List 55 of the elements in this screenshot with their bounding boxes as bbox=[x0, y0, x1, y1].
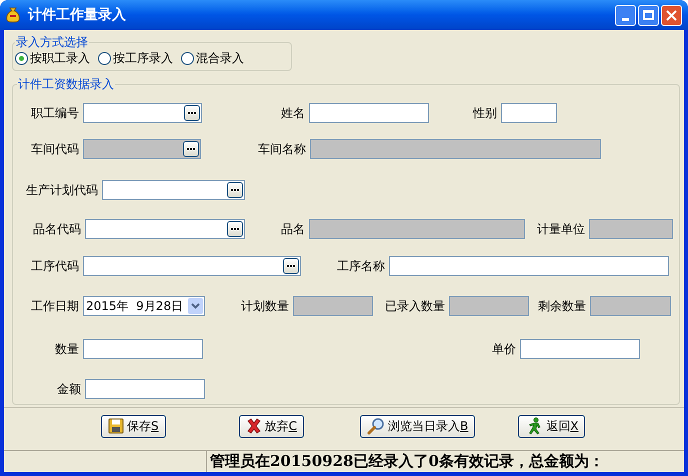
browse-button[interactable] bbox=[227, 182, 243, 198]
maximize-button[interactable] bbox=[638, 4, 659, 26]
cross-icon bbox=[246, 418, 262, 434]
lookup-field[interactable] bbox=[83, 256, 301, 276]
lookup-field[interactable] bbox=[102, 180, 245, 200]
field-label: 金额 bbox=[57, 381, 81, 398]
field-label: 姓名 bbox=[281, 105, 305, 122]
dropdown-icon[interactable] bbox=[188, 298, 203, 314]
window-title: 计件工作量录入 bbox=[28, 6, 126, 24]
radio-button[interactable] bbox=[15, 52, 28, 64]
field-label: 已录入数量 bbox=[385, 298, 445, 315]
action-button[interactable]: 保存S bbox=[101, 414, 166, 438]
close-icon bbox=[666, 10, 677, 20]
field-label: 单价 bbox=[492, 341, 516, 358]
money-bag-icon bbox=[6, 7, 20, 23]
radio-option[interactable]: 按工序录入 bbox=[98, 49, 173, 67]
minimize-button[interactable] bbox=[615, 4, 636, 26]
date-picker[interactable]: 2015年 9月28日 bbox=[83, 296, 205, 316]
field-label: 计划数量 bbox=[241, 298, 289, 315]
input-field[interactable] bbox=[501, 103, 557, 123]
field-label: 工作日期 bbox=[31, 298, 79, 315]
action-button[interactable]: 放弃C bbox=[238, 414, 304, 438]
radio-option[interactable]: 按职工录入 bbox=[15, 49, 90, 67]
browse-button[interactable] bbox=[283, 258, 299, 274]
action-button[interactable]: 浏览当日录入B bbox=[360, 414, 476, 438]
group-title: 录入方式选择 bbox=[15, 34, 89, 51]
input-field[interactable] bbox=[83, 339, 203, 359]
field-label: 生产计划代码 bbox=[26, 182, 98, 199]
browse-button[interactable] bbox=[227, 221, 243, 237]
input-field[interactable] bbox=[85, 379, 205, 399]
field-label: 品名 bbox=[281, 221, 305, 238]
field-label: 性别 bbox=[473, 105, 497, 122]
input-field[interactable] bbox=[309, 103, 429, 123]
lookup-field[interactable] bbox=[85, 219, 245, 239]
field-label: 工序名称 bbox=[337, 258, 385, 275]
field-label: 数量 bbox=[55, 341, 79, 358]
radio-button[interactable] bbox=[181, 52, 194, 64]
radio-option[interactable]: 混合录入 bbox=[181, 49, 244, 67]
close-button[interactable] bbox=[661, 4, 682, 26]
radio-button[interactable] bbox=[98, 52, 111, 64]
field-label: 职工编号 bbox=[31, 105, 79, 122]
group-title: 计件工资数据录入 bbox=[17, 76, 115, 93]
input-field[interactable] bbox=[389, 256, 669, 276]
lookup-field[interactable] bbox=[83, 103, 202, 123]
magnifier-icon bbox=[367, 417, 386, 435]
field-label: 工序代码 bbox=[31, 258, 79, 275]
input-field[interactable] bbox=[520, 339, 640, 359]
action-button[interactable]: 返回X bbox=[518, 414, 586, 438]
field-label: 剩余数量 bbox=[538, 298, 586, 315]
status-message: 管理员在20150928已经录入了0条有效记录，总金额为： bbox=[210, 451, 604, 472]
field-label: 品名代码 bbox=[33, 221, 81, 238]
field-label: 车间代码 bbox=[31, 141, 79, 158]
browse-button[interactable] bbox=[184, 105, 200, 121]
field-label: 车间名称 bbox=[258, 141, 306, 158]
field-label: 计量单位 bbox=[537, 221, 585, 238]
